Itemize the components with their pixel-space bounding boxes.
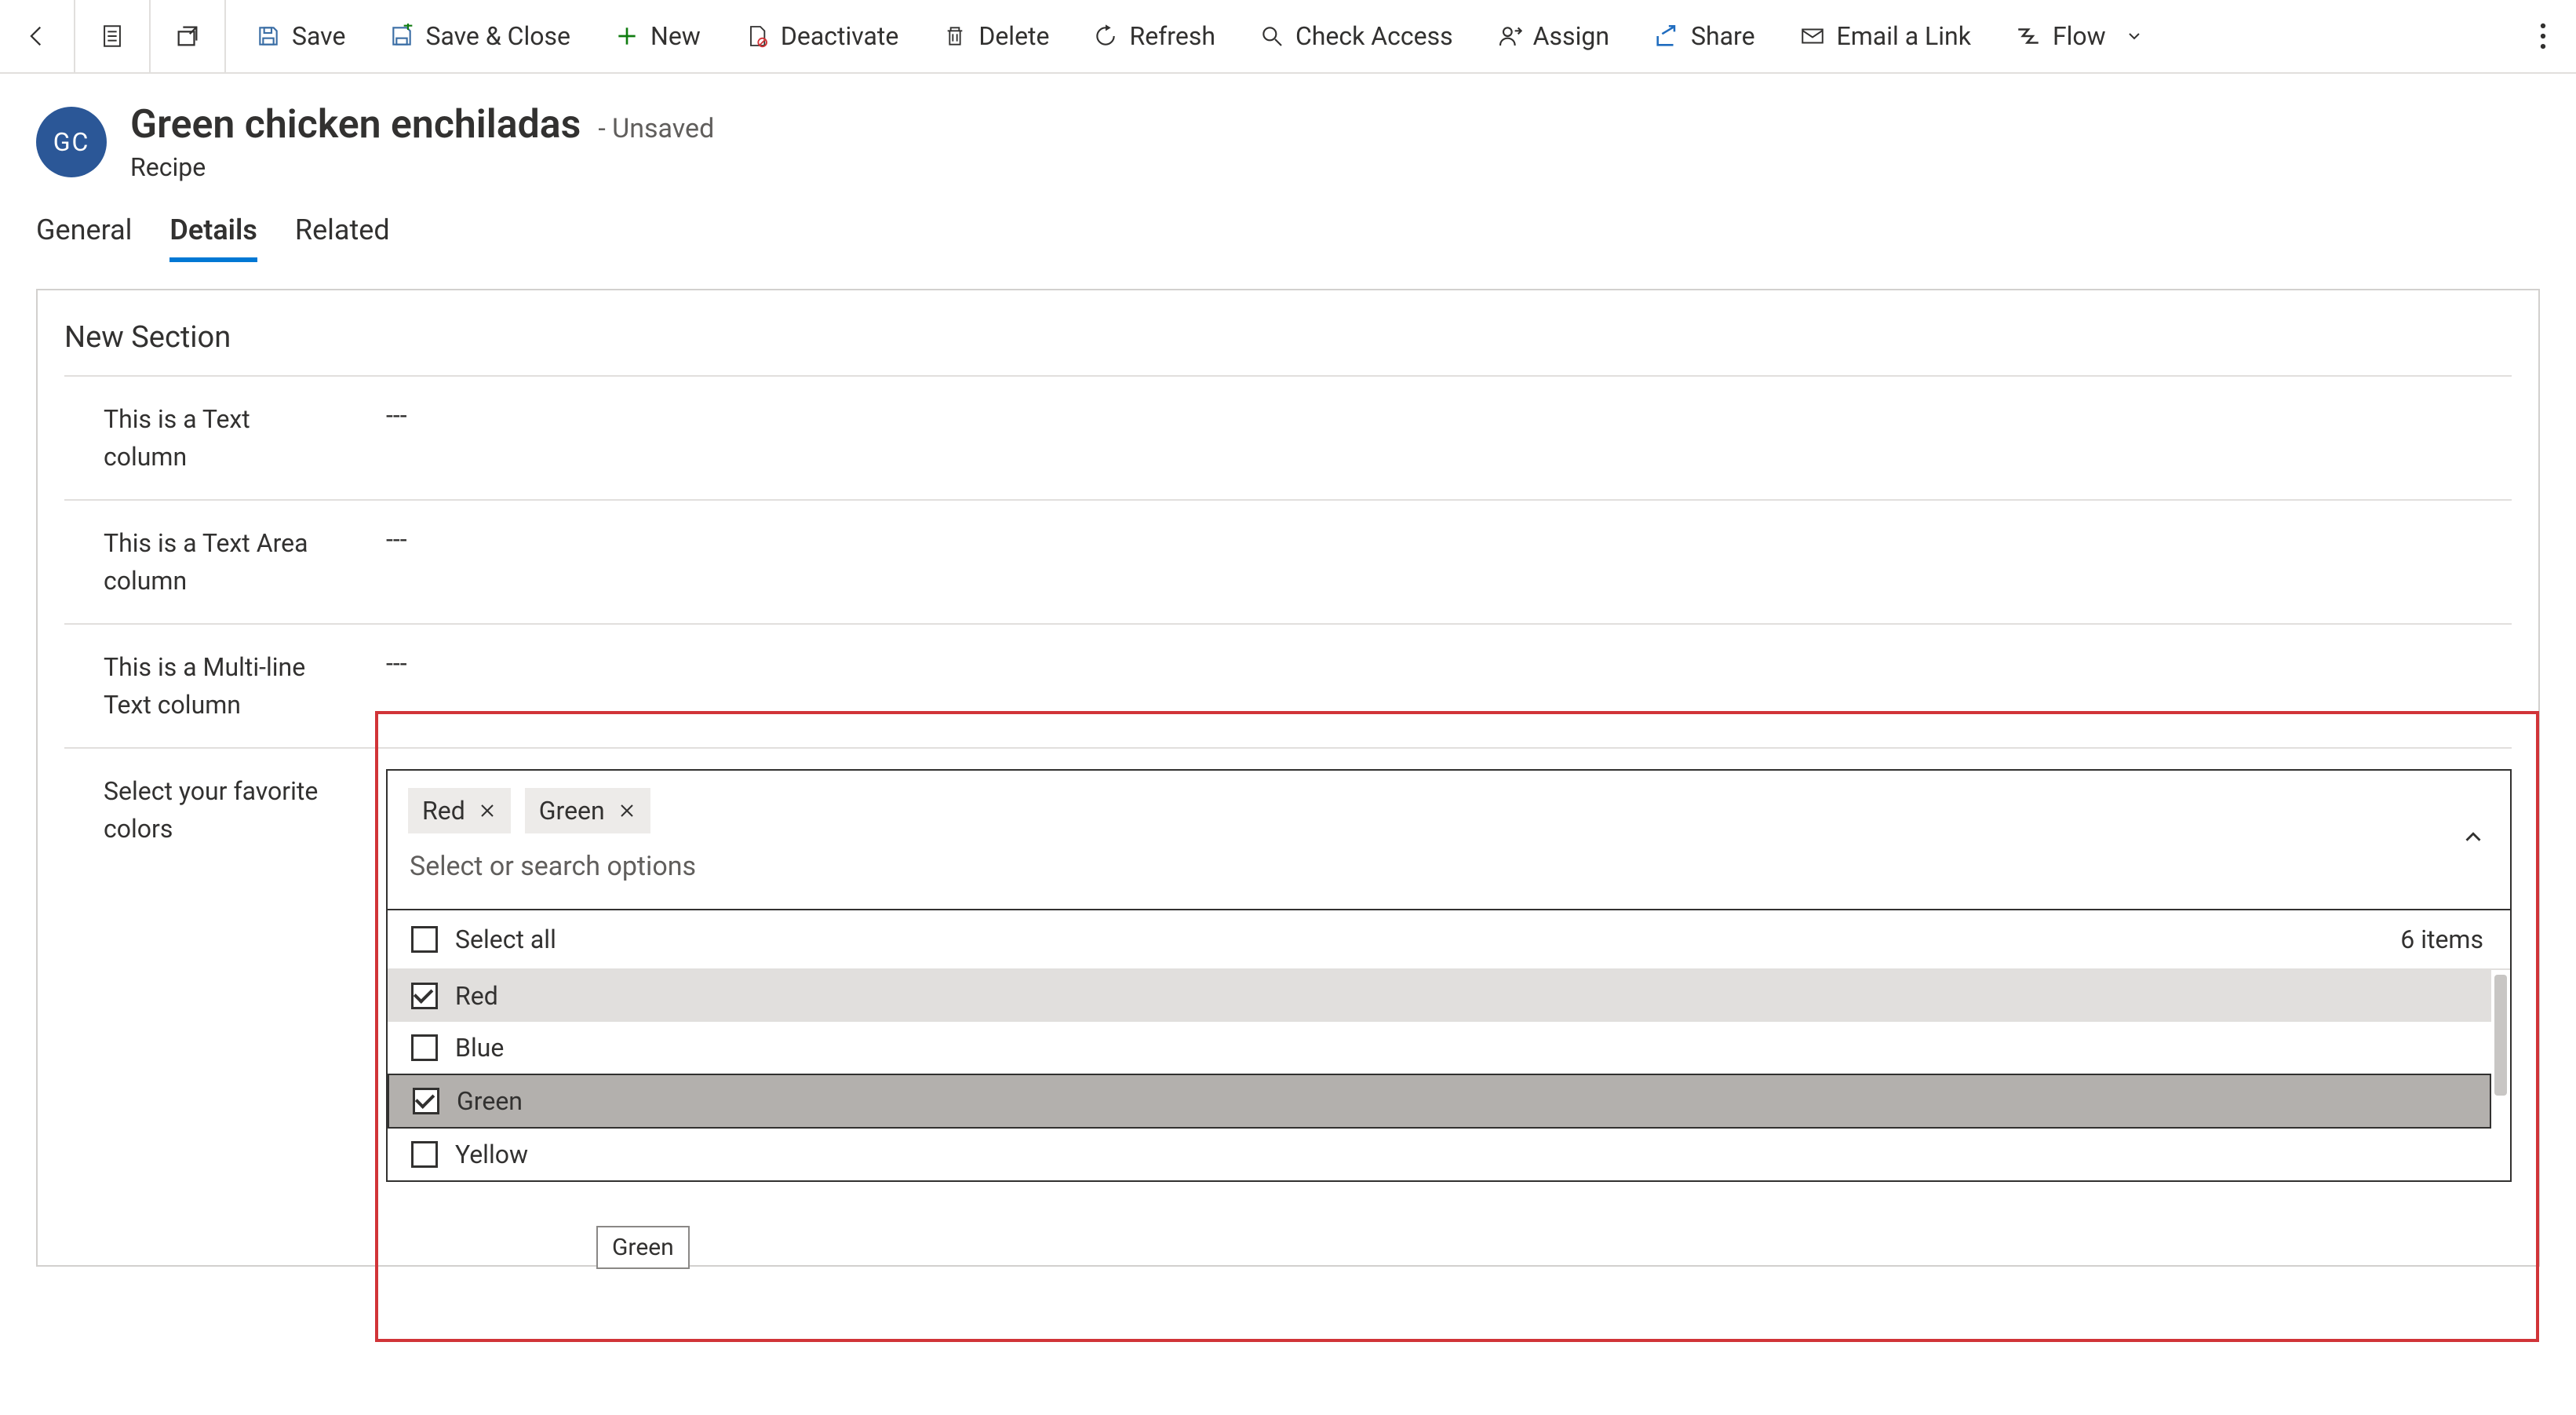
- chip-red-remove-icon[interactable]: [478, 801, 497, 820]
- field-multiline: This is a Multi-line Text column ---: [64, 623, 2512, 747]
- cmd-share[interactable]: Share: [1631, 0, 1777, 72]
- new-icon: [614, 24, 639, 49]
- flow-icon: [2015, 23, 2042, 49]
- share-icon: [1653, 23, 1680, 49]
- form-selector-icon[interactable]: [75, 0, 151, 72]
- cmd-save-label: Save: [292, 21, 345, 51]
- selected-chips: Red Green: [408, 788, 2490, 833]
- cmd-email-link[interactable]: Email a Link: [1777, 0, 1993, 72]
- cmd-new[interactable]: New: [592, 0, 723, 72]
- delete-icon: [942, 24, 967, 49]
- checkbox-green[interactable]: [413, 1088, 439, 1114]
- chip-green-remove-icon[interactable]: [618, 801, 636, 820]
- option-green-label: Green: [457, 1086, 523, 1116]
- option-blue[interactable]: Blue: [388, 1022, 2491, 1074]
- form-tabs: General Details Related: [0, 198, 2576, 262]
- record-titles: Green chicken enchiladas - Unsaved Recip…: [130, 102, 714, 182]
- chip-green-label: Green: [539, 796, 605, 826]
- cmd-delete-label: Delete: [978, 21, 1049, 51]
- save-close-icon: [389, 24, 414, 49]
- cmd-email-link-label: Email a Link: [1837, 21, 1971, 51]
- dropdown-header: Select all 6 items: [388, 910, 2510, 970]
- field-multiline-value[interactable]: ---: [386, 645, 2512, 678]
- deactivate-icon: [745, 24, 770, 49]
- left-mini-bar: [0, 0, 226, 72]
- cmd-check-access-label: Check Access: [1295, 21, 1453, 51]
- chip-green: Green: [525, 788, 650, 833]
- cmd-deactivate[interactable]: Deactivate: [723, 0, 920, 72]
- assign-icon: [1497, 24, 1522, 49]
- cmd-deactivate-label: Deactivate: [781, 21, 898, 51]
- field-text-label: This is a Text column: [64, 397, 363, 479]
- cmd-check-access[interactable]: Check Access: [1237, 0, 1475, 72]
- cmd-refresh[interactable]: Refresh: [1071, 0, 1237, 72]
- record-subtitle: Recipe: [130, 152, 714, 182]
- chip-red: Red: [408, 788, 511, 833]
- cmd-delete[interactable]: Delete: [920, 0, 1071, 72]
- option-yellow[interactable]: Yellow: [388, 1129, 2491, 1180]
- field-text: This is a Text column ---: [64, 375, 2512, 499]
- multiselect-input[interactable]: Red Green Select or search options: [386, 769, 2512, 910]
- email-link-icon: [1799, 23, 1826, 49]
- dropdown-scrollthumb[interactable]: [2494, 975, 2507, 1096]
- record-title: Green chicken enchiladas: [130, 102, 581, 148]
- cmd-save-close-label: Save & Close: [425, 21, 570, 51]
- checkbox-select-all[interactable]: [411, 926, 438, 953]
- field-textarea-value[interactable]: ---: [386, 521, 2512, 554]
- colors-multiselect: Red Green Select or search options: [386, 769, 2512, 1182]
- checkbox-blue[interactable]: [411, 1034, 438, 1061]
- checkbox-red[interactable]: [411, 983, 438, 1009]
- item-count: 6 items: [2400, 924, 2483, 954]
- cmd-share-label: Share: [1691, 21, 1755, 51]
- command-bar: Save Save & Close New Deactivate Delete: [226, 0, 2576, 72]
- cmd-save-close[interactable]: Save & Close: [367, 0, 592, 72]
- cmd-refresh-label: Refresh: [1129, 21, 1215, 51]
- field-textarea: This is a Text Area column ---: [64, 499, 2512, 623]
- open-new-window-icon[interactable]: [151, 0, 226, 72]
- check-access-icon: [1259, 24, 1284, 49]
- cmd-flow-label: Flow: [2053, 21, 2106, 51]
- dropdown-scrollbar[interactable]: [2491, 970, 2510, 1180]
- multiselect-chevron-up-icon[interactable]: [2460, 824, 2487, 856]
- select-all-label[interactable]: Select all: [455, 924, 556, 954]
- option-green[interactable]: Green: [388, 1074, 2491, 1129]
- tab-related[interactable]: Related: [295, 213, 390, 262]
- cmd-assign[interactable]: Assign: [1475, 0, 1631, 72]
- top-bar: Save Save & Close New Deactivate Delete: [0, 0, 2576, 74]
- section-new: New Section This is a Text column --- Th…: [36, 289, 2540, 1267]
- multiselect-dropdown: Select all 6 items Red Blue: [386, 910, 2512, 1182]
- cmd-save[interactable]: Save: [234, 0, 367, 72]
- cmd-new-label: New: [650, 21, 701, 51]
- chevron-down-icon: [2125, 27, 2144, 46]
- chip-red-label: Red: [422, 796, 465, 826]
- save-icon: [256, 24, 281, 49]
- multiselect-placeholder: Select or search options: [408, 846, 2490, 887]
- section-title: New Section: [38, 312, 2538, 375]
- option-red[interactable]: Red: [388, 970, 2491, 1022]
- tooltip-green: Green: [596, 1226, 690, 1269]
- back-button[interactable]: [0, 0, 75, 72]
- checkbox-yellow[interactable]: [411, 1141, 438, 1168]
- cmd-flow[interactable]: Flow: [1993, 0, 2166, 72]
- field-multiline-label: This is a Multi-line Text column: [64, 645, 363, 727]
- option-blue-label: Blue: [455, 1033, 504, 1063]
- field-colors-label: Select your favorite colors: [64, 769, 363, 851]
- field-text-value[interactable]: ---: [386, 397, 2512, 430]
- refresh-icon: [1093, 24, 1118, 49]
- tab-details[interactable]: Details: [169, 213, 257, 262]
- cmd-overflow[interactable]: [2518, 23, 2568, 49]
- cmd-assign-label: Assign: [1533, 21, 1609, 51]
- record-avatar: GC: [36, 107, 107, 177]
- option-red-label: Red: [455, 981, 498, 1011]
- tab-general[interactable]: General: [36, 213, 132, 262]
- record-header: GC Green chicken enchiladas - Unsaved Re…: [0, 74, 2576, 198]
- option-yellow-label: Yellow: [455, 1140, 528, 1169]
- dropdown-list: Red Blue Green Yellow: [388, 970, 2491, 1180]
- record-status: - Unsaved: [598, 113, 714, 144]
- field-textarea-label: This is a Text Area column: [64, 521, 363, 603]
- field-colors: Select your favorite colors Red Green: [64, 747, 2512, 1202]
